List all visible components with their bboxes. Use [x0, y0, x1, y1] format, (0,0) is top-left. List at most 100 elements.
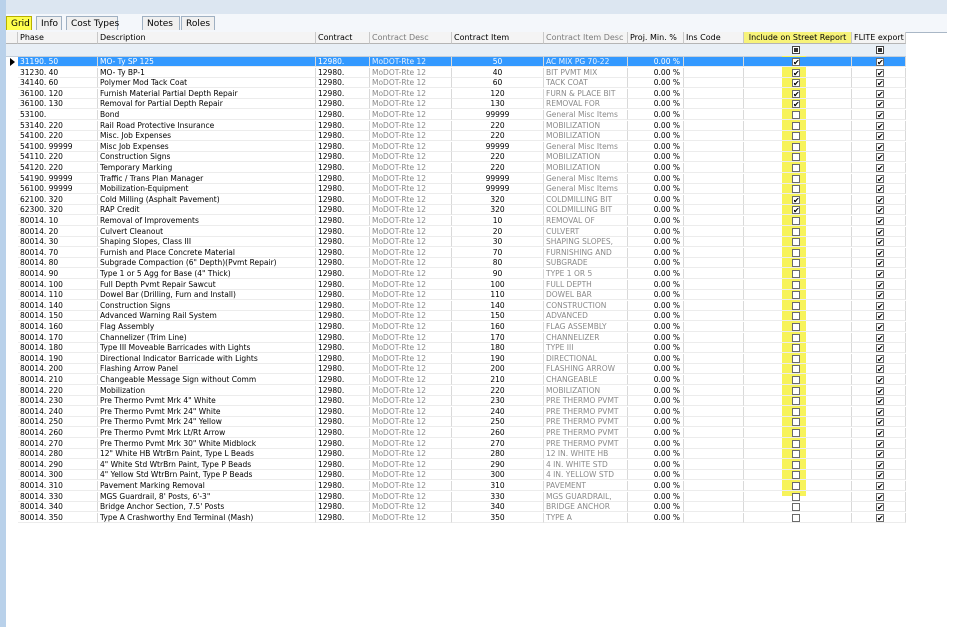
cell-description[interactable]: Type III Moveable Barricades with Lights: [98, 343, 316, 354]
flite-export-checkbox[interactable]: ✔: [876, 354, 884, 363]
row-selector[interactable]: [6, 290, 18, 300]
flite-export-checkbox[interactable]: ✔: [876, 386, 884, 395]
row-selector[interactable]: [6, 142, 18, 152]
flite-export-checkbox[interactable]: ✔: [876, 439, 884, 448]
cell-contract-desc[interactable]: MoDOT-Rte 12: [370, 470, 452, 481]
column-header-contract-item[interactable]: Contract Item: [452, 32, 544, 44]
flite-export-checkbox[interactable]: ✔: [876, 280, 884, 289]
cell-ins-code[interactable]: [684, 502, 744, 513]
table-row[interactable]: 80014. 10 Removal of Improvements 12980. Mo…: [18, 216, 906, 226]
cell-description[interactable]: Removal for Partial Depth Repair: [98, 99, 316, 110]
flite-export-checkbox[interactable]: ✔: [876, 164, 884, 172]
cell-contract-item[interactable]: 250: [452, 417, 544, 428]
cell-ins-code[interactable]: [684, 311, 744, 322]
cell-description[interactable]: Construction Signs: [98, 152, 316, 163]
cell-phase[interactable]: 31230. 40: [18, 67, 98, 78]
cell-phase[interactable]: 80014. 10: [18, 216, 98, 226]
cell-contract-desc[interactable]: MoDOT-Rte 12: [370, 110, 452, 120]
cell-proj-min[interactable]: 0.00 %: [628, 385, 684, 396]
cell-phase[interactable]: 31190. 50: [18, 57, 98, 67]
cell-contract-item-desc[interactable]: ADVANCED: [544, 311, 628, 322]
cell-contract-item[interactable]: 320: [452, 194, 544, 205]
flite-export-checkbox[interactable]: ✔: [876, 79, 884, 88]
column-header-include-street-report[interactable]: Include on Street Report: [744, 32, 852, 44]
cell-contract-desc[interactable]: MoDOT-Rte 12: [370, 300, 452, 311]
cell-contract-item-desc[interactable]: General Misc Items: [544, 110, 628, 120]
cell-contract-item[interactable]: 150: [452, 311, 544, 322]
cell-contract-item[interactable]: 220: [452, 163, 544, 173]
include-street-checkbox[interactable]: [792, 174, 800, 183]
cell-contract-desc[interactable]: MoDOT-Rte 12: [370, 396, 452, 407]
cell-contract[interactable]: 12980.: [316, 247, 370, 258]
flite-export-checkbox[interactable]: ✔: [876, 89, 884, 98]
cell-ins-code[interactable]: [684, 385, 744, 396]
row-selector[interactable]: [6, 460, 18, 470]
cell-contract[interactable]: 12980.: [316, 88, 370, 99]
cell-description[interactable]: Furnish Material Partial Depth Repair: [98, 88, 316, 99]
row-selector[interactable]: [6, 322, 18, 332]
flite-export-checkbox[interactable]: ✔: [876, 206, 884, 215]
cell-contract-item[interactable]: 220: [452, 120, 544, 131]
cell-proj-min[interactable]: 0.00 %: [628, 99, 684, 110]
cell-contract-desc[interactable]: MoDOT-Rte 12: [370, 163, 452, 173]
cell-proj-min[interactable]: 0.00 %: [628, 512, 684, 523]
cell-contract-item-desc[interactable]: MGS GUARDRAIL,: [544, 491, 628, 502]
include-street-checkbox[interactable]: ✔: [792, 58, 800, 66]
cell-contract-desc[interactable]: MoDOT-Rte 12: [370, 481, 452, 491]
row-selector[interactable]: [6, 311, 18, 321]
cell-contract-desc[interactable]: MoDOT-Rte 12: [370, 385, 452, 396]
flite-export-checkbox[interactable]: ✔: [876, 323, 884, 331]
cell-contract[interactable]: 12980.: [316, 364, 370, 375]
cell-contract-item[interactable]: 99999: [452, 184, 544, 195]
cell-phase[interactable]: 80014. 350: [18, 512, 98, 523]
table-row[interactable]: 31230. 40 MO- Ty BP-1 12980. MoDOT-Rte 12 40…: [18, 67, 906, 78]
cell-proj-min[interactable]: 0.00 %: [628, 364, 684, 375]
cell-contract-item-desc[interactable]: FURN & PLACE BIT: [544, 88, 628, 99]
cell-ins-code[interactable]: [684, 406, 744, 417]
cell-phase[interactable]: 80014. 270: [18, 438, 98, 449]
cell-phase[interactable]: 80014. 290: [18, 459, 98, 470]
include-street-checkbox[interactable]: ✔: [792, 100, 800, 109]
flite-export-checkbox[interactable]: ✔: [876, 185, 884, 194]
cell-contract-item[interactable]: 300: [452, 470, 544, 481]
cell-contract-desc[interactable]: MoDOT-Rte 12: [370, 99, 452, 110]
flite-export-checkbox[interactable]: ✔: [876, 217, 884, 225]
cell-proj-min[interactable]: 0.00 %: [628, 491, 684, 502]
cell-description[interactable]: 12" White HB WtrBrn Paint, Type L Beads: [98, 449, 316, 460]
cell-contract[interactable]: 12980.: [316, 205, 370, 216]
cell-contract-item[interactable]: 120: [452, 88, 544, 99]
cell-description[interactable]: 4" White Std WtrBrn Paint, Type P Beads: [98, 459, 316, 470]
cell-proj-min[interactable]: 0.00 %: [628, 67, 684, 78]
cell-proj-min[interactable]: 0.00 %: [628, 279, 684, 290]
cell-contract-item-desc[interactable]: BIT PVMT MIX: [544, 67, 628, 78]
row-selector[interactable]: [6, 375, 18, 385]
cell-contract[interactable]: 12980.: [316, 78, 370, 89]
cell-contract-item[interactable]: 220: [452, 152, 544, 163]
cell-contract-desc[interactable]: MoDOT-Rte 12: [370, 449, 452, 460]
table-row[interactable]: 62100. 320 Cold Milling (Asphalt Pavement…: [18, 194, 906, 205]
cell-description[interactable]: Pre Thermo Pvmt Mrk 24" White: [98, 406, 316, 417]
row-selector[interactable]: [6, 333, 18, 343]
cell-ins-code[interactable]: [684, 300, 744, 311]
cell-description[interactable]: Polymer Mod Tack Coat: [98, 78, 316, 89]
cell-ins-code[interactable]: [684, 375, 744, 385]
cell-contract[interactable]: 12980.: [316, 459, 370, 470]
cell-contract-desc[interactable]: MoDOT-Rte 12: [370, 512, 452, 523]
tab-info[interactable]: Info: [36, 16, 62, 30]
table-row[interactable]: 53100. Bond 12980. MoDOT-Rte 12 99999 General…: [18, 110, 906, 120]
cell-contract[interactable]: 12980.: [316, 343, 370, 354]
table-row[interactable]: 80014. 340 Bridge Anchor Section, 7.5' Po…: [18, 502, 906, 513]
row-selector[interactable]: [6, 492, 18, 502]
include-street-checkbox[interactable]: [792, 270, 800, 278]
column-header-proj-min[interactable]: Proj. Min. %: [628, 32, 684, 44]
cell-contract-item-desc[interactable]: REMOVAL FOR: [544, 99, 628, 110]
include-street-checkbox[interactable]: [792, 376, 800, 384]
cell-proj-min[interactable]: 0.00 %: [628, 417, 684, 428]
flite-export-checkbox[interactable]: ✔: [876, 132, 884, 141]
cell-phase[interactable]: 54120. 220: [18, 163, 98, 173]
cell-proj-min[interactable]: 0.00 %: [628, 194, 684, 205]
include-street-checkbox[interactable]: [792, 365, 800, 374]
cell-phase[interactable]: 80014. 150: [18, 311, 98, 322]
cell-ins-code[interactable]: [684, 269, 744, 279]
cell-contract[interactable]: 12980.: [316, 300, 370, 311]
